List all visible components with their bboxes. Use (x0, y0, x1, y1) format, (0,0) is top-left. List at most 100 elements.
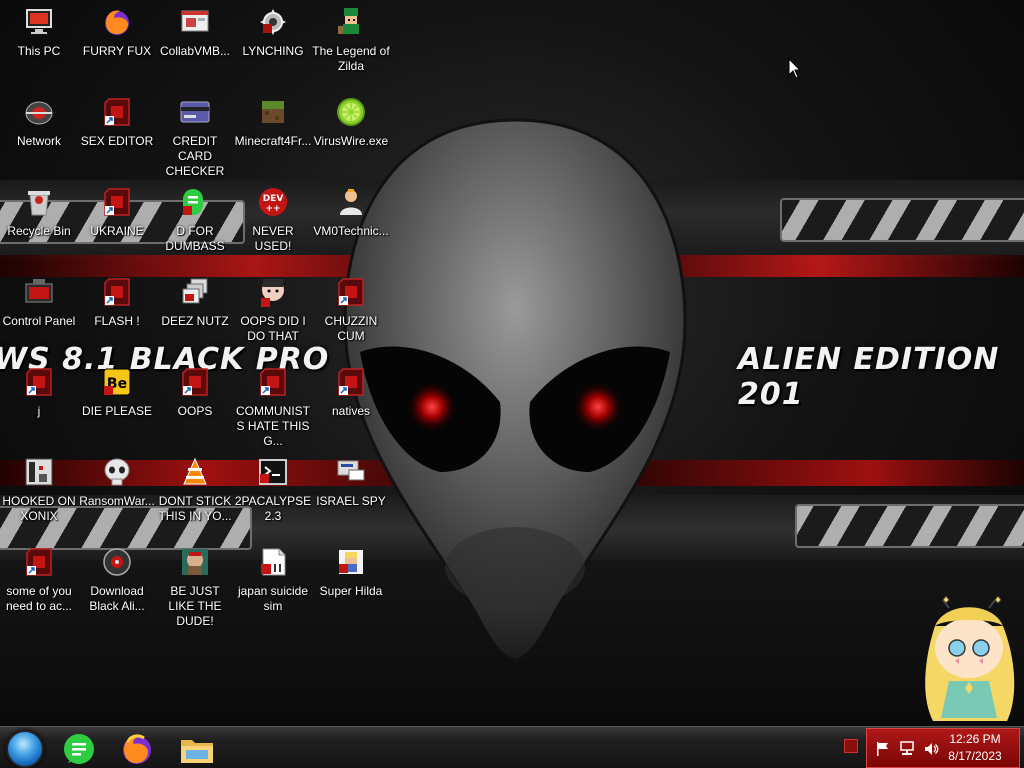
start-button[interactable] (6, 730, 44, 768)
desktop-icon[interactable]: CHUZZIN CUM (312, 276, 390, 344)
shortcut-icon (338, 368, 364, 396)
desktop-icon[interactable]: DEEZ NUTZ (156, 276, 234, 329)
desktop-icon[interactable]: COMMUNISTS HATE THIS G... (234, 366, 312, 449)
desktop-icon-label: CREDIT CARD CHECKER (165, 134, 225, 178)
desktop-icon[interactable]: BE JUST LIKE THE DUDE! (156, 546, 234, 629)
network-icon[interactable] (899, 741, 915, 757)
desktop-icon-label: NEVER USED! (252, 224, 294, 253)
desktop-icon[interactable]: RansomWar... (78, 456, 156, 509)
show-hidden-icons-button[interactable] (844, 739, 858, 753)
desktop-icon[interactable]: j (0, 366, 78, 419)
desktop-icon[interactable]: ISRAEL SPY (312, 456, 390, 509)
desktop-icon[interactable]: VM0Technic... (312, 186, 390, 239)
taskbar: 12:26 PM 8/17/2023 (0, 726, 1024, 768)
shortcut-icon (104, 278, 130, 306)
desktop-icon[interactable]: SEX EDITOR (78, 96, 156, 149)
firefox-icon (105, 10, 129, 35)
desktop-icon-label: 2PACALYPSE 2.3 (234, 494, 312, 523)
desktop-icon[interactable]: japan suicide sim (234, 546, 312, 614)
desktop-icon[interactable]: Download Black Ali... (78, 546, 156, 614)
firefox-taskbar-button[interactable] (118, 730, 156, 768)
mouse-pointer-icon (788, 58, 802, 79)
desktop-icon-label: japan suicide sim (237, 584, 309, 613)
desktop-icon[interactable]: The Legend of Zilda (312, 6, 390, 74)
desktop-icon-label: Minecraft4Fr... (234, 134, 312, 148)
network-icon (25, 101, 53, 125)
dude-icon (182, 549, 208, 575)
pixel-art-icon (339, 550, 363, 574)
desktop-icon[interactable]: CREDIT CARD CHECKER (156, 96, 234, 179)
flag-icon[interactable] (875, 741, 891, 757)
shortcut-icon (104, 188, 130, 216)
alien-disc-icon (103, 548, 131, 576)
desktop-icon-label: DEEZ NUTZ (161, 314, 229, 328)
desktop-icon-label: SEX EDITOR (80, 134, 154, 148)
vlc-icon (183, 457, 207, 485)
desktop-icon[interactable]: HOOKED ON XONIX (0, 456, 78, 524)
face-icon (261, 279, 284, 307)
desktop-icon-label: VirusWire.exe (313, 134, 389, 148)
desktop-icon-label: Super Hilda (319, 584, 383, 598)
desktop-icon-label: BE JUST LIKE THE DUDE! (168, 584, 222, 628)
minecraft-block-icon (262, 101, 284, 123)
desktop-icon-label: FURRY FUX (82, 44, 152, 58)
desktop-icon-label: LYNCHING (242, 44, 304, 58)
computer-icon (26, 9, 52, 34)
control-panel-icon (25, 279, 53, 303)
desktop-icon[interactable]: Control Panel (0, 276, 78, 329)
desktop-icon[interactable]: Be DIE PLEASE (78, 366, 156, 419)
desktop-icon[interactable]: UKRAINE (78, 186, 156, 239)
lime-icon (337, 98, 365, 126)
shortcut-icon (104, 98, 130, 126)
desktop-icon[interactable]: D FOR DUMBASS (156, 186, 234, 254)
desktop-icon[interactable]: Network (0, 96, 78, 149)
clock-date: 8/17/2023 (948, 749, 1002, 763)
desktop-icon[interactable]: This PC (0, 6, 78, 59)
svg-text:++: ++ (265, 204, 280, 214)
clock[interactable]: 12:26 PM 8/17/2023 (935, 731, 1015, 765)
desktop-icon[interactable]: Minecraft4Fr... (234, 96, 312, 149)
desktop-icon[interactable]: natives (312, 366, 390, 419)
stacked-windows-icon (182, 278, 208, 304)
desktop-icon[interactable]: FLASH ! (78, 276, 156, 329)
desktop-icon-label: OOPS (177, 404, 213, 418)
desktop-icon[interactable]: Recycle Bin (0, 186, 78, 239)
desktop-icon-label: UKRAINE (90, 224, 144, 238)
desktop-icon[interactable]: some of you need to ac... (0, 546, 78, 614)
desktop-icon-label: HOOKED ON XONIX (2, 494, 76, 523)
game-character-icon (338, 8, 359, 34)
desktop-icon-label: VM0Technic... (313, 224, 389, 238)
desktop-icon[interactable]: CollabVMB... (156, 6, 234, 59)
desktop-icon-label: Download Black Ali... (89, 584, 145, 613)
desktop-icon[interactable]: 2PACALYPSE 2.3 (234, 456, 312, 524)
blank-icon (26, 368, 52, 396)
desktop-icon[interactable]: LYNCHING (234, 6, 312, 59)
desktop-icon-label: This PC (17, 44, 61, 58)
wallpaper-text-right: ALIEN EDITION 201 (738, 342, 1000, 412)
desktop-icon[interactable]: DONT STICK THIS IN YO... (156, 456, 234, 524)
shortcut-icon (26, 548, 52, 576)
desktop-icon[interactable]: OOPS DID I DO THAT (234, 276, 312, 344)
shortcut-icon (260, 368, 286, 396)
desktop-icon[interactable]: Super Hilda (312, 546, 390, 599)
desktop-icon-label: natives (331, 404, 371, 418)
wallpaper-stripe-panel (780, 198, 1024, 242)
cartoon-character-sticker (925, 596, 1015, 721)
desktop-icon[interactable]: FURRY FUX (78, 6, 156, 59)
desktop-icon[interactable]: OOPS (156, 366, 234, 419)
alien-head-graphic (343, 118, 687, 662)
desktop-icon[interactable]: DEV ++ NEVER USED! (234, 186, 312, 254)
desktop-icon-label: The Legend of Zilda (312, 44, 390, 73)
recycle-bin-icon (28, 191, 50, 216)
file-explorer-button[interactable] (178, 730, 216, 768)
shortcut-icon (182, 368, 208, 396)
notes-app-button[interactable] (60, 730, 98, 768)
app-window-icon (181, 10, 209, 32)
system-tray: 12:26 PM 8/17/2023 (866, 728, 1020, 768)
desktop-icon-label: CollabVMB... (159, 44, 231, 58)
card-icon (180, 101, 210, 123)
desktop-icon[interactable]: VirusWire.exe (312, 96, 390, 149)
skull-icon (104, 458, 130, 486)
desktop-icon-label: DIE PLEASE (81, 404, 153, 418)
person-icon (340, 189, 362, 215)
